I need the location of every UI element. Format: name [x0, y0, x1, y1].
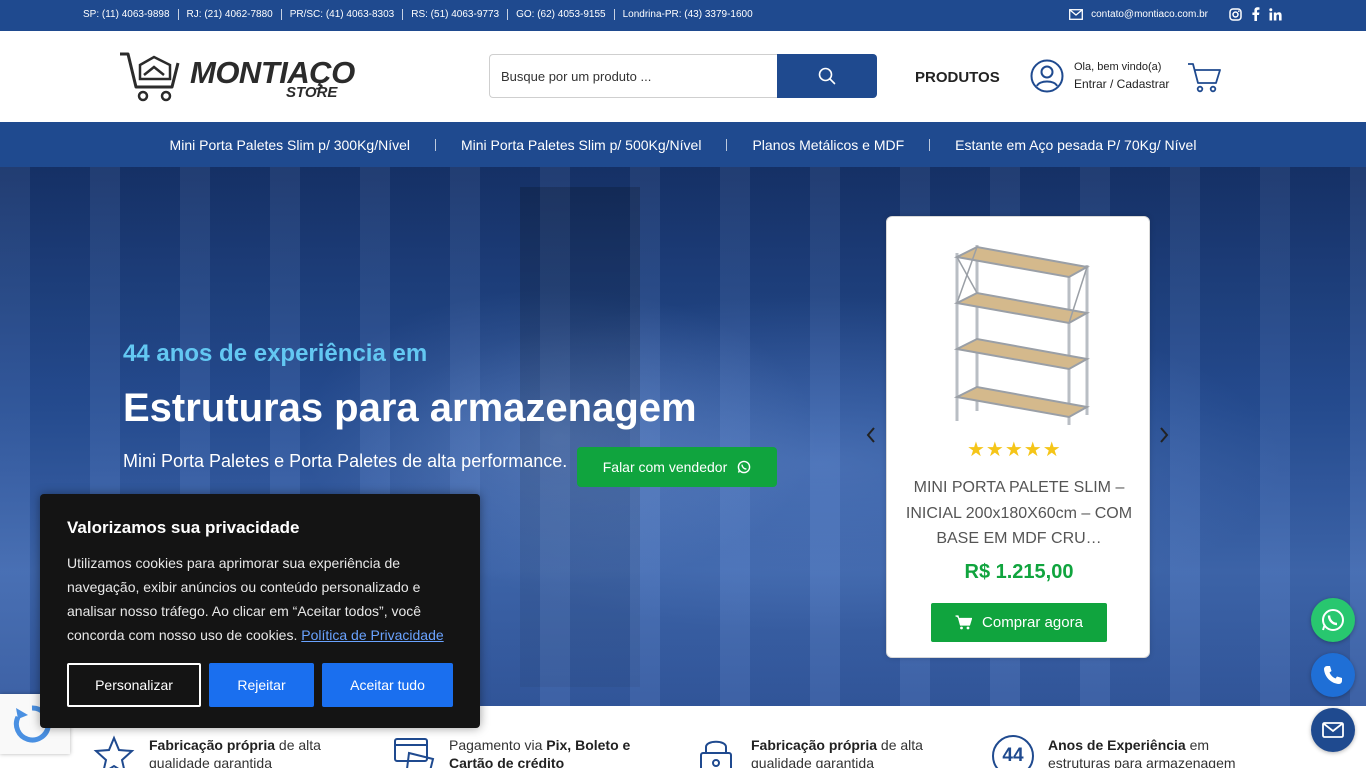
envelope-icon	[1322, 722, 1344, 738]
privacy-policy-link[interactable]: Política de Privacidade	[301, 627, 443, 643]
phone-sp[interactable]: SP: (11) 4063-9898	[83, 9, 178, 20]
email-text: contato@montiaco.com.br	[1091, 8, 1208, 20]
envelope-icon	[1069, 8, 1084, 20]
user-icon	[1030, 59, 1064, 93]
feature-item: Fabricação própria de alta qualidade gar…	[93, 735, 349, 768]
greeting-text: Ola, bem vindo(a)	[1074, 61, 1162, 73]
produtos-menu[interactable]: PRODUTOS	[915, 69, 1000, 86]
email-float-button[interactable]	[1311, 708, 1355, 752]
instagram-icon[interactable]	[1228, 7, 1242, 21]
cookie-consent-dialog: Valorizamos sua privacidade Utilizamos c…	[40, 494, 480, 728]
phone-rj[interactable]: RJ: (21) 4062-7880	[177, 9, 281, 20]
talk-to-seller-label: Falar com vendedor	[602, 459, 728, 475]
star-icon	[93, 735, 135, 768]
feature-bold-text: Fabricação própria	[149, 737, 276, 753]
category-nav: Mini Porta Paletes Slim p/ 300Kg/Nível M…	[0, 122, 1366, 167]
cart-small-icon	[955, 615, 973, 630]
customize-cookies-button[interactable]: Personalizar	[67, 663, 201, 707]
search-input[interactable]	[490, 55, 778, 97]
hero-background-shelf	[520, 187, 640, 687]
product-price: R$ 1.215,00	[964, 561, 1074, 583]
credit-card-icon	[394, 738, 435, 768]
email-link[interactable]: contato@montiaco.com.br	[1069, 9, 1208, 20]
product-name[interactable]: MINI PORTA PALETE SLIM – INICIAL 200x180…	[897, 475, 1141, 552]
product-card[interactable]: ★★★★★ MINI PORTA PALETE SLIM – INICIAL 2…	[886, 216, 1150, 658]
reject-cookies-button[interactable]: Rejeitar	[209, 663, 314, 707]
search-icon	[818, 67, 836, 85]
lock-icon	[700, 740, 732, 768]
cookie-body: Utilizamos cookies para aprimorar sua ex…	[67, 551, 457, 647]
login-register-link[interactable]: Entrar / Cadastrar	[1074, 76, 1169, 93]
whatsapp-icon	[737, 460, 751, 474]
hero-description: Mini Porta Paletes e Porta Paletes de al…	[123, 451, 568, 471]
site-header: MONTIAÇO STORE PRODUTOS Ola, bem vindo(a…	[0, 31, 1366, 122]
search-button[interactable]	[777, 54, 877, 98]
phone-list: SP: (11) 4063-9898 RJ: (21) 4062-7880 PR…	[83, 9, 761, 20]
top-contacts: contato@montiaco.com.br	[1069, 7, 1282, 21]
hero-title: Estruturas para armazenagem	[123, 386, 697, 430]
phone-icon	[1324, 666, 1342, 684]
44-years-icon: 44	[992, 735, 1034, 768]
facebook-icon[interactable]	[1248, 7, 1262, 21]
product-rating-stars: ★★★★★	[967, 439, 1062, 461]
feature-item: 44 Anos de Experiência em estruturas par…	[992, 735, 1248, 768]
phone-rs[interactable]: RS: (51) 4063-9773	[402, 9, 507, 20]
feature-bold-text: Anos de Experiência	[1048, 737, 1186, 753]
site-logo[interactable]: MONTIAÇO STORE	[118, 51, 358, 103]
buy-now-label: Comprar agora	[982, 614, 1083, 631]
feature-item: Fabricação própria de alta qualidade gar…	[695, 736, 951, 768]
logo-subtitle: STORE	[286, 84, 338, 101]
nav-item-estante[interactable]: Estante em Aço pesada P/ 70Kg/ Nível	[930, 138, 1221, 152]
hero-subtitle: 44 anos de experiência em	[123, 340, 428, 367]
product-image[interactable]	[919, 235, 1119, 432]
talk-to-seller-button[interactable]: Falar com vendedor	[577, 447, 777, 487]
cookie-title: Valorizamos sua privacidade	[67, 518, 300, 537]
accept-all-cookies-button[interactable]: Aceitar tudo	[322, 663, 453, 707]
account-link[interactable]: Ola, bem vindo(a) Entrar / Cadastrar	[1030, 59, 1169, 93]
whatsapp-float-button[interactable]	[1311, 598, 1355, 642]
whatsapp-icon	[1322, 609, 1344, 631]
buy-now-button[interactable]: Comprar agora	[931, 603, 1107, 642]
carousel-prev-arrow[interactable]	[864, 425, 878, 445]
44-years-icon-text: 44	[1002, 745, 1024, 766]
top-bar: SP: (11) 4063-9898 RJ: (21) 4062-7880 PR…	[0, 0, 1366, 31]
linkedin-icon[interactable]	[1268, 7, 1282, 21]
phone-float-button[interactable]	[1311, 653, 1355, 697]
nav-item-planos[interactable]: Planos Metálicos e MDF	[727, 138, 929, 152]
carousel-next-arrow[interactable]	[1157, 425, 1171, 445]
cart-icon[interactable]	[1187, 61, 1221, 93]
nav-item-slim-300[interactable]: Mini Porta Paletes Slim p/ 300Kg/Nível	[145, 138, 435, 152]
feature-item: Pagamento via Pix, Boleto e Cartão de cr…	[393, 736, 649, 768]
feature-bold-text: Fabricação própria	[751, 737, 878, 753]
feature-text: Pagamento via	[449, 737, 547, 753]
shopping-cart-logo-icon	[120, 52, 180, 102]
phone-pr-sc[interactable]: PR/SC: (41) 4063-8303	[280, 9, 403, 20]
phone-go[interactable]: GO: (62) 4053-9155	[507, 9, 614, 20]
search-field	[489, 54, 778, 98]
nav-item-slim-500[interactable]: Mini Porta Paletes Slim p/ 500Kg/Nível	[436, 138, 726, 152]
phone-londrina[interactable]: Londrina-PR: (43) 3379-1600	[613, 9, 761, 20]
